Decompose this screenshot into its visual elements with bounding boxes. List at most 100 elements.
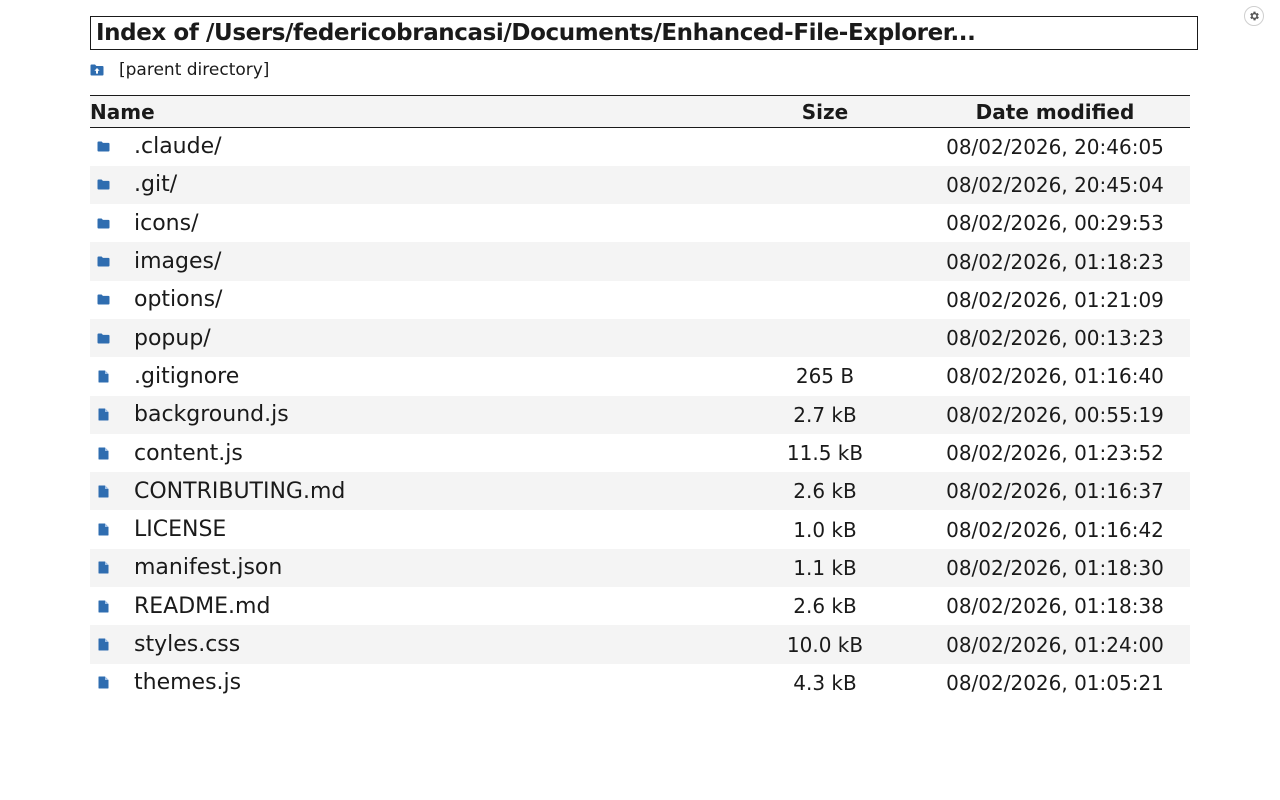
name-cell: .gitignore [90,357,730,395]
file-table: Name Size Date modified .claude/08/02/20… [90,95,1190,702]
date-cell: 08/02/2026, 01:21:09 [946,287,1164,312]
file-icon [96,446,110,460]
size-cell [730,319,920,357]
size-cell: 11.5 kB [786,441,864,466]
column-header-name[interactable]: Name [90,96,730,128]
file-link[interactable]: background.js [134,402,289,427]
name-wrap: content.js [96,441,730,466]
date-cell: 08/02/2026, 00:13:23 [946,326,1164,351]
name-wrap: popup/ [96,326,730,351]
table-row[interactable]: background.js 2.7 kB 08/02/2026, 00:55:19 [90,395,1190,434]
date-cell: 08/02/2026, 00:29:53 [946,211,1164,236]
file-link[interactable]: README.md [134,594,270,619]
settings-button[interactable] [1244,6,1264,26]
date-cell: 08/02/2026, 01:05:21 [946,670,1164,695]
folder-icon [96,178,110,192]
name-wrap: README.md [96,594,730,619]
name-wrap: options/ [96,287,730,312]
folder-link[interactable]: .claude/ [134,134,222,159]
gear-icon [1250,11,1259,21]
table-header-row: Name Size Date modified [90,95,1190,128]
name-cell: styles.css [90,625,730,663]
name-wrap: themes.js [96,670,730,695]
table-row[interactable]: README.md 2.6 kB 08/02/2026, 01:18:38 [90,587,1190,625]
size-cell: 1.1 kB [793,555,857,580]
date-cell: 08/02/2026, 01:23:52 [946,441,1164,466]
file-link[interactable]: styles.css [134,632,240,657]
table-row[interactable]: icons/08/02/2026, 00:29:53 [90,204,1190,242]
file-link[interactable]: manifest.json [134,555,282,580]
name-wrap: CONTRIBUTING.md [96,479,730,504]
file-link[interactable]: CONTRIBUTING.md [134,479,345,504]
size-cell [730,242,920,280]
size-cell: 4.3 kB [793,670,857,695]
folder-icon [96,293,110,307]
size-cell [730,128,920,166]
folder-link[interactable]: .git/ [134,172,177,197]
file-icon [96,408,110,422]
parent-directory-link[interactable]: [parent directory] [90,58,269,82]
date-cell: 08/02/2026, 01:16:40 [946,364,1164,389]
table-row[interactable]: popup/08/02/2026, 00:13:23 [90,318,1190,358]
name-wrap: .git/ [96,172,730,197]
name-cell: content.js [90,434,730,472]
folder-icon [96,140,110,154]
file-link[interactable]: LICENSE [134,517,226,542]
table-row[interactable]: content.js 11.5 kB 08/02/2026, 01:23:52 [90,434,1190,472]
directory-listing-page: Index of /Users/federicobrancasi/Documen… [0,0,1280,800]
page-title: Index of /Users/federicobrancasi/Documen… [96,20,976,46]
date-cell: 08/02/2026, 20:46:05 [946,134,1164,159]
folder-link[interactable]: popup/ [134,326,211,351]
date-cell: 08/02/2026, 00:55:19 [946,402,1164,427]
page-title-box: Index of /Users/federicobrancasi/Documen… [90,16,1198,50]
column-header-size[interactable]: Size [730,96,920,128]
column-header-date[interactable]: Date modified [920,96,1190,128]
name-cell: .claude/ [90,128,730,166]
size-cell: 2.6 kB [793,594,857,619]
table-row[interactable]: LICENSE 1.0 kB 08/02/2026, 01:16:42 [90,510,1190,548]
table-row[interactable]: themes.js 4.3 kB 08/02/2026, 01:05:21 [90,664,1190,702]
name-wrap: .gitignore [96,364,730,389]
date-cell: 08/02/2026, 20:45:04 [946,172,1164,197]
file-icon [96,561,110,575]
table-row[interactable]: options/08/02/2026, 01:21:09 [90,281,1190,319]
date-cell: 08/02/2026, 01:16:37 [946,479,1164,504]
date-cell: 08/02/2026, 01:18:38 [946,594,1164,619]
file-icon [96,676,110,690]
name-cell: manifest.json [90,549,730,587]
name-cell: LICENSE [90,510,730,548]
table-row[interactable]: styles.css 10.0 kB 08/02/2026, 01:24:00 [90,625,1190,664]
file-link[interactable]: .gitignore [134,364,239,389]
folder-up-icon [90,63,104,77]
table-row[interactable]: .git/08/02/2026, 20:45:04 [90,165,1190,205]
name-cell: themes.js [90,664,730,702]
size-cell: 1.0 kB [793,517,857,542]
name-wrap: styles.css [96,632,730,657]
table-row[interactable]: .claude/08/02/2026, 20:46:05 [90,128,1190,166]
folder-icon [96,331,110,345]
folder-link[interactable]: icons/ [134,211,199,236]
file-icon [96,369,110,383]
folder-icon [96,216,110,230]
table-row[interactable]: .gitignore 265 B 08/02/2026, 01:16:40 [90,357,1190,395]
name-cell: images/ [90,242,730,280]
size-cell [730,204,920,242]
name-cell: README.md [90,587,730,625]
name-wrap: manifest.json [96,555,730,580]
file-link[interactable]: themes.js [134,670,241,695]
folder-link[interactable]: options/ [134,287,222,312]
name-cell: popup/ [90,319,730,357]
table-row[interactable]: manifest.json 1.1 kB 08/02/2026, 01:18:30 [90,548,1190,588]
folder-link[interactable]: images/ [134,249,221,274]
table-row[interactable]: images/08/02/2026, 01:18:23 [90,242,1190,281]
parent-directory-label: [parent directory] [119,60,270,80]
size-cell: 265 B [795,364,855,389]
date-cell: 08/02/2026, 01:18:30 [946,555,1164,580]
file-link[interactable]: content.js [134,441,243,466]
file-icon [96,523,110,537]
file-icon [96,599,110,613]
size-cell: 2.6 kB [793,479,857,504]
table-row[interactable]: CONTRIBUTING.md 2.6 kB 08/02/2026, 01:16:3… [90,472,1190,511]
size-cell [730,281,920,319]
name-cell: CONTRIBUTING.md [90,472,730,510]
